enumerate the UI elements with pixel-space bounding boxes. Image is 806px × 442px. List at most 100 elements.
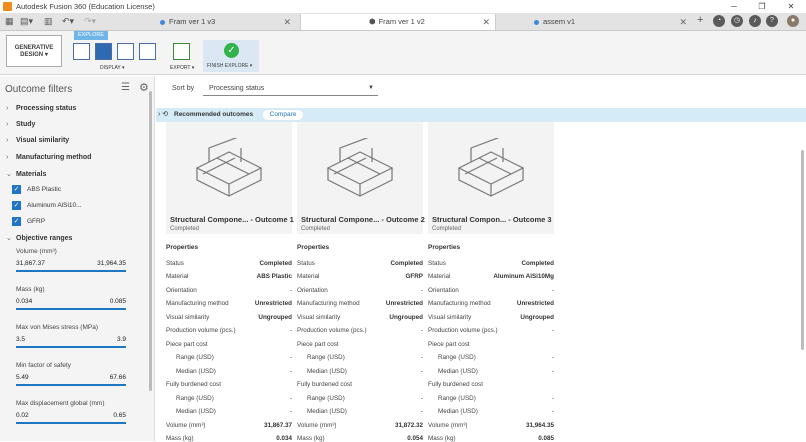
maximize-button[interactable]: ❐ — [748, 0, 776, 13]
sort-dropdown[interactable]: Processing status ▼ — [203, 81, 378, 96]
table-view-icon[interactable] — [139, 43, 156, 60]
outcome-card-3[interactable]: Structural Compon... - Outcome 3 Complet… — [428, 122, 554, 234]
recommended-label: Recommended outcomes — [174, 111, 254, 118]
filter-manufacturing-method[interactable]: › Manufacturing method — [6, 154, 91, 161]
chevron-right-icon: › — [6, 137, 9, 144]
outcome-status: Completed — [301, 226, 331, 232]
list-view-icon[interactable] — [117, 43, 134, 60]
new-tab-icon[interactable]: + — [697, 14, 703, 26]
frame-model-thumbnail — [195, 138, 263, 197]
range-slider[interactable] — [16, 346, 126, 348]
property-label: Piece part cost — [166, 340, 208, 348]
outcome-name: Structural Compon... - Outcome 3 — [432, 215, 552, 224]
property-value: Ungrouped — [520, 313, 554, 321]
filter-objective-ranges[interactable]: ⌄ Objective ranges — [6, 234, 72, 242]
outcome-card-2[interactable]: Structural Compone... - Outcome 2 Comple… — [297, 122, 425, 234]
property-value: - — [420, 286, 423, 294]
checkbox-gfrp[interactable]: ✓ — [12, 217, 21, 226]
range-label: Volume (mm³) — [16, 248, 57, 255]
property-value: Unrestricted — [254, 300, 292, 307]
range-values[interactable]: 0.034 0.085 — [16, 298, 126, 305]
material-label: GFRP — [27, 218, 46, 225]
range-values[interactable]: 5.49 67.66 — [16, 374, 126, 381]
finish-explore-button[interactable]: ✓ FINISH EXPLORE ▾ — [203, 40, 259, 72]
property-label: Piece part cost — [297, 340, 339, 348]
tab-fram-ver1-v2[interactable]: ⬢ Fram ver 1 v2 ✕ — [300, 14, 496, 30]
range-slider[interactable] — [16, 308, 126, 310]
property-value: Ungrouped — [389, 313, 423, 321]
range-slider[interactable] — [16, 270, 126, 272]
property-value: Completed — [390, 259, 423, 267]
property-value: Completed — [521, 259, 554, 267]
property-value: - — [551, 286, 554, 294]
close-tab-icon[interactable]: ✕ — [679, 14, 687, 30]
job-status-icon[interactable]: ◔ — [713, 15, 725, 27]
property-value: 31,964.35 — [525, 421, 554, 429]
sort-label: Sort by — [172, 85, 195, 92]
export-icon[interactable] — [173, 43, 190, 60]
undo-icon[interactable]: ↶▾ — [62, 16, 74, 27]
property-value: - — [420, 408, 423, 415]
clock-icon[interactable]: ◷ — [731, 15, 743, 27]
checkmark-icon: ✓ — [224, 43, 239, 58]
property-value: - — [551, 394, 554, 402]
property-value: - — [420, 394, 423, 402]
gear-icon[interactable]: ⚙ — [139, 81, 149, 94]
checkbox-aluminum[interactable]: ✓ — [12, 201, 21, 210]
filter-adjust-icon[interactable]: ☰ — [121, 82, 130, 93]
property-value: - — [289, 408, 292, 415]
ribbon-toolbar: GENERATIVE DESIGN ▾ EXPLORE DISPLAY ▾ EX… — [0, 31, 806, 75]
property-value: Aluminum AlSi10Mg — [493, 273, 554, 280]
window-title: Autodesk Fusion 360 (Education License) — [16, 2, 155, 11]
filter-study[interactable]: › Study — [6, 121, 35, 128]
properties-header: Properties — [297, 244, 330, 251]
close-window-button[interactable]: ✕ — [777, 0, 805, 13]
property-value: - — [289, 286, 292, 294]
compare-button[interactable]: Compare — [263, 110, 303, 120]
close-tab-icon[interactable]: ✕ — [283, 14, 291, 30]
range-slider[interactable] — [16, 422, 126, 424]
export-menu[interactable]: EXPORT ▾ — [170, 65, 194, 71]
recommended-outcomes-bar[interactable]: › ⟲ Recommended outcomes Compare — [156, 108, 806, 122]
chevron-right-icon[interactable]: › ⟲ — [158, 110, 168, 118]
split-view-icon[interactable] — [95, 43, 112, 60]
range-values[interactable]: 0.02 0.65 — [16, 412, 126, 419]
grid-menu-icon[interactable]: ▦ — [5, 16, 14, 27]
property-value: - — [289, 367, 292, 375]
file-icon[interactable]: ▤▾ — [20, 16, 33, 27]
results-scrollbar[interactable] — [801, 150, 804, 350]
minimize-button[interactable]: ─ — [720, 0, 748, 13]
property-value: - — [551, 354, 554, 361]
range-values[interactable]: 3.5 3.9 — [16, 336, 126, 343]
checkbox-abs[interactable]: ✓ — [12, 185, 21, 194]
chevron-right-icon: › — [6, 105, 9, 112]
tab-fram-ver1-v3[interactable]: Fram ver 1 v3 ✕ — [160, 14, 296, 30]
range-values[interactable]: 31,867.37 31,964.35 — [16, 260, 126, 267]
filter-materials[interactable]: ⌄ Materials — [6, 170, 46, 178]
property-value: - — [289, 327, 292, 334]
frame-model-thumbnail — [326, 138, 394, 197]
outcome-status: Completed — [432, 226, 462, 232]
fusion-logo-icon — [3, 2, 12, 11]
help-icon[interactable]: ? — [766, 15, 778, 27]
filters-scrollbar[interactable] — [149, 91, 152, 391]
redo-icon[interactable]: ↷▾ — [84, 16, 96, 27]
close-tab-icon[interactable]: ✕ — [482, 14, 490, 30]
property-value: - — [551, 327, 554, 334]
filter-processing-status[interactable]: › Processing status — [6, 105, 76, 112]
save-icon[interactable]: ▥ — [44, 16, 53, 27]
tab-assem-v1[interactable]: assem v1 ✕ — [532, 14, 692, 30]
thumbnail-view-icon[interactable] — [73, 43, 90, 60]
outcome-name: Structural Compone... - Outcome 1 — [170, 215, 294, 224]
range-slider[interactable] — [16, 384, 126, 386]
notification-icon[interactable]: ♪ — [749, 15, 761, 27]
generative-design-workspace-button[interactable]: GENERATIVE DESIGN ▾ — [6, 35, 62, 67]
avatar[interactable]: ● — [787, 15, 799, 27]
outcome-card-1[interactable]: Structural Compone... - Outcome 1 Comple… — [166, 122, 294, 234]
tab-dot-icon — [534, 19, 539, 25]
display-menu[interactable]: DISPLAY ▾ — [100, 65, 125, 71]
filter-visual-similarity[interactable]: › Visual similarity — [6, 137, 69, 144]
property-value: Ungrouped — [258, 313, 292, 321]
explore-tab[interactable]: EXPLORE — [74, 31, 108, 40]
document-tab-bar: ▦ ▤▾ ▥ ↶▾ ↷▾ Fram ver 1 v3 ✕ ⬢ Fram ver 1… — [0, 13, 806, 31]
